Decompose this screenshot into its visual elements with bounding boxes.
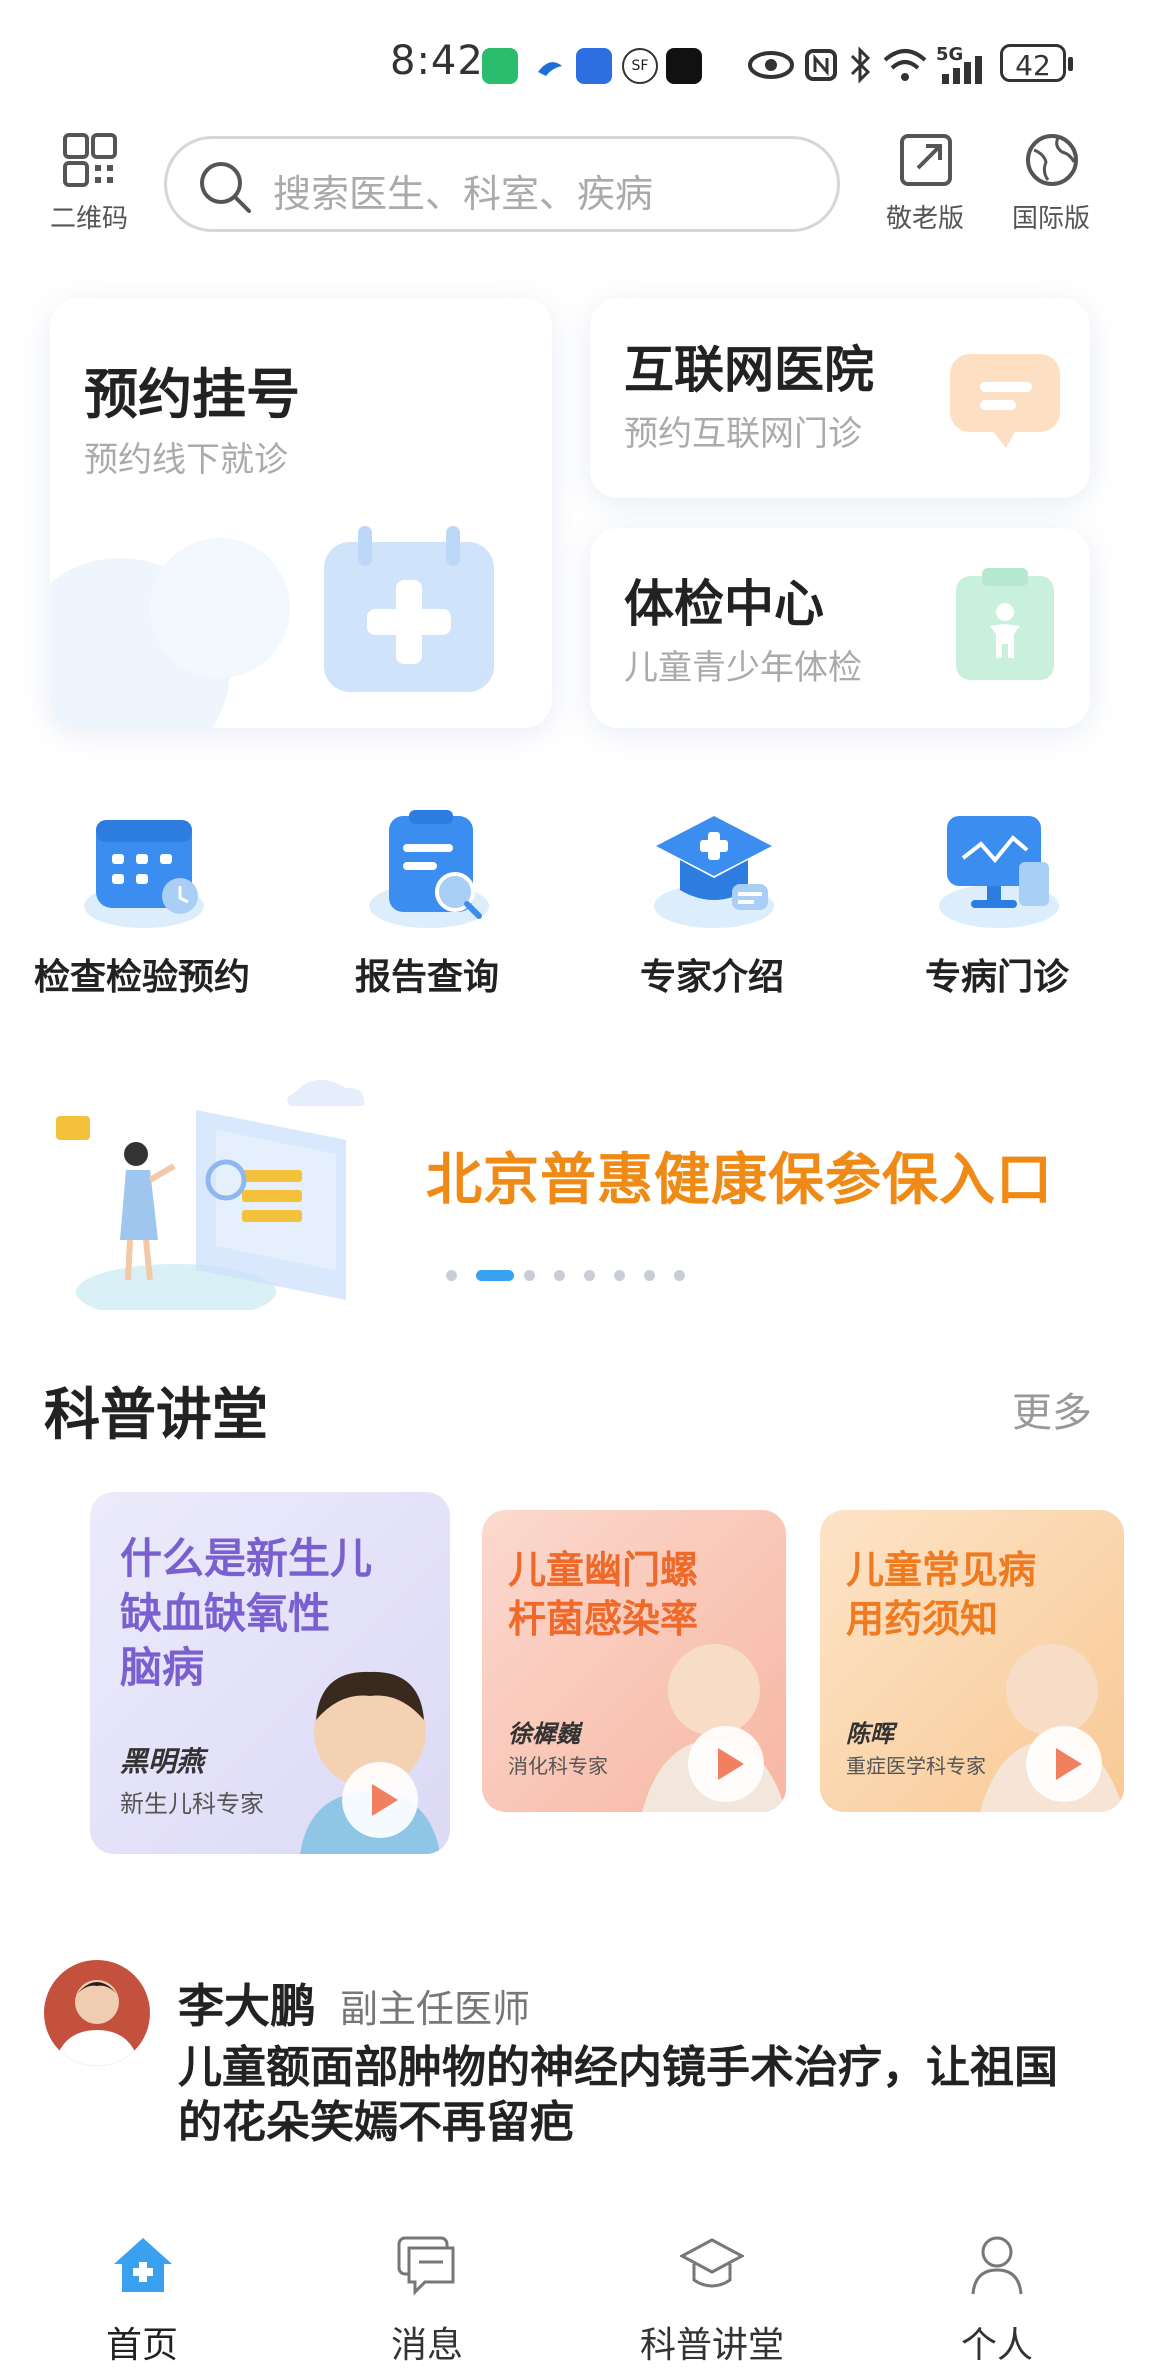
globe-icon	[1024, 132, 1080, 192]
play-button[interactable]	[342, 1762, 418, 1838]
pagination-dot[interactable]	[644, 1270, 655, 1281]
lecture-dept: 消化科专家	[508, 1754, 608, 1778]
play-button[interactable]	[688, 1726, 764, 1802]
lecture-card[interactable]: 什么是新生儿 缺血缺氧性 脑病 黑明燕 新生儿科专家	[90, 1492, 450, 1854]
wifi-icon	[882, 46, 928, 88]
service-label: 专家介绍	[639, 957, 784, 998]
checkup-title: 体检中心	[624, 575, 824, 633]
blue-app-icon	[576, 48, 612, 84]
report-search-icon	[367, 810, 491, 934]
monitor-icon	[937, 810, 1061, 934]
battery-icon: 42	[1000, 44, 1073, 82]
pagination-dot[interactable]	[446, 1270, 457, 1281]
lecture-card[interactable]: 儿童常见病 用药须知 陈晖 重症医学科专家	[820, 1510, 1124, 1812]
appointment-title: 预约挂号	[84, 363, 300, 426]
doctor-title: 副主任医师	[340, 1987, 531, 2031]
lecture-card[interactable]: 儿童幽门螺 杆菌感染率 徐樨巍 消化科专家	[482, 1510, 786, 1812]
service-label: 专病门诊	[924, 957, 1069, 998]
checkup-center-card[interactable]: 体检中心 儿童青少年体检	[590, 528, 1090, 728]
tab-label: 个人	[960, 2325, 1033, 2366]
pagination-dot[interactable]	[674, 1270, 685, 1281]
tab-messages[interactable]: 消息	[327, 2220, 527, 2370]
calendar-plus-icon	[314, 522, 504, 706]
pagination-dot[interactable]	[524, 1270, 535, 1281]
lecture-title-line: 什么是新生儿	[120, 1534, 373, 1583]
section-title: 科普讲堂	[44, 1383, 268, 1448]
status-time: 8:42	[390, 38, 484, 84]
article-headline[interactable]: 儿童额面部肿物的神经内镜手术治疗，让祖国的花朵笑嫣不再留疤	[178, 2040, 1058, 2150]
chat-bubble-icon	[946, 344, 1066, 458]
tab-profile[interactable]: 个人	[897, 2220, 1097, 2370]
lecture-dept: 新生儿科专家	[120, 1790, 264, 1818]
international-button[interactable]: 国际版	[996, 128, 1106, 238]
nfc-icon	[804, 48, 838, 86]
internet-hospital-card[interactable]: 互联网医院 预约互联网门诊	[590, 298, 1090, 498]
appointment-card[interactable]: 预约挂号 预约线下就诊	[50, 298, 552, 728]
tab-lectures[interactable]: 科普讲堂	[612, 2220, 812, 2370]
lecture-doctor: 黑明燕	[120, 1745, 205, 1778]
service-label: 检查检验预约	[33, 957, 250, 998]
internet-hospital-subtitle: 预约互联网门诊	[624, 414, 862, 454]
bluetooth-icon	[848, 46, 874, 88]
lecture-title-line: 缺血缺氧性	[120, 1588, 331, 1638]
qr-code-button[interactable]: 二维码	[34, 128, 144, 238]
bird-app-icon	[532, 48, 568, 84]
international-label: 国际版	[1011, 204, 1090, 234]
external-link-icon	[898, 132, 954, 192]
internet-hospital-title: 互联网医院	[624, 341, 874, 399]
eye-icon	[748, 48, 794, 86]
sf-app-icon: SF	[622, 48, 658, 84]
service-expert-intro[interactable]: 专家介绍	[582, 800, 842, 1020]
lecture-doctor: 徐樨巍	[508, 1720, 580, 1748]
service-label: 报告查询	[354, 957, 499, 998]
status-bar: 8:42 SF 5G 42	[0, 0, 1152, 120]
tab-label: 首页	[105, 2325, 178, 2366]
service-lab-appointment[interactable]: 检查检验预约	[12, 800, 272, 1020]
elder-mode-label: 敬老版	[885, 204, 964, 234]
hourglass-app-icon	[482, 48, 518, 84]
search-placeholder: 搜索医生、科室、疾病	[273, 172, 654, 216]
doctor-avatar[interactable]	[44, 1960, 150, 2066]
banner-text: 北京普惠健康保参保入口	[426, 1148, 1053, 1213]
banner-illustration	[46, 1070, 406, 1310]
lecture-doctor: 陈晖	[846, 1720, 894, 1748]
pagination-dot[interactable]	[584, 1270, 595, 1281]
search-input[interactable]: 搜索医生、科室、疾病	[164, 136, 840, 232]
user-icon	[969, 2234, 1025, 2300]
clipboard-child-icon	[950, 566, 1060, 690]
checkup-subtitle: 儿童青少年体检	[624, 648, 862, 688]
doctor-name: 李大鹏	[178, 1979, 316, 2033]
qr-code-icon	[62, 132, 118, 192]
lecture-dept: 重症医学科专家	[846, 1754, 986, 1778]
qr-code-label: 二维码	[49, 204, 128, 234]
graduation-cap-icon	[652, 810, 776, 934]
service-report-query[interactable]: 报告查询	[297, 800, 557, 1020]
lecture-title-line: 儿童幽门螺	[508, 1548, 699, 1592]
elder-mode-button[interactable]: 敬老版	[870, 128, 980, 238]
graduation-cap-icon	[678, 2234, 746, 2300]
promo-banner[interactable]: 北京普惠健康保参保入口	[46, 1070, 1106, 1310]
search-icon	[197, 159, 253, 219]
pagination-dot-active[interactable]	[476, 1270, 514, 1281]
signal-icon	[940, 54, 992, 88]
more-link[interactable]: 更多	[1012, 1380, 1092, 1438]
pagination-dot[interactable]	[614, 1270, 625, 1281]
message-icon	[395, 2234, 459, 2300]
tab-label: 科普讲堂	[639, 2325, 784, 2366]
decor-circle	[150, 538, 290, 678]
appointment-subtitle: 预约线下就诊	[84, 440, 288, 480]
service-special-clinic[interactable]: 专病门诊	[867, 800, 1127, 1020]
lecture-title-line: 儿童常见病	[846, 1548, 1037, 1592]
home-icon	[112, 2234, 174, 2300]
play-button[interactable]	[1026, 1726, 1102, 1802]
tab-label: 消息	[390, 2325, 463, 2366]
calendar-icon	[82, 810, 206, 934]
tab-home[interactable]: 首页	[42, 2220, 242, 2370]
black-app-icon	[666, 48, 702, 84]
pagination-dot[interactable]	[554, 1270, 565, 1281]
